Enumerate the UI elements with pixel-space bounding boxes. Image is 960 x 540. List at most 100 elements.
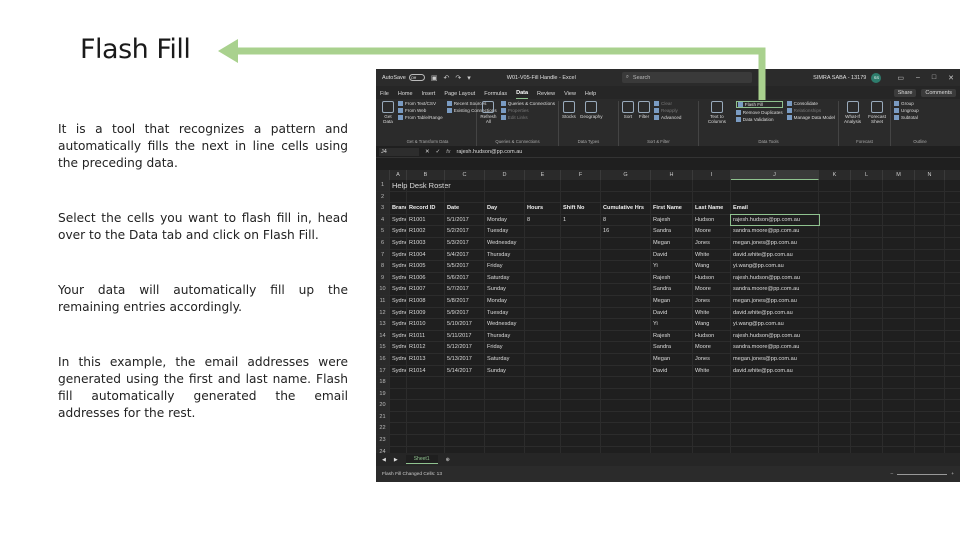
cell[interactable] — [915, 214, 945, 226]
close-icon[interactable]: ✕ — [948, 74, 954, 82]
cell[interactable]: 5/3/2017 — [445, 237, 485, 249]
cell[interactable] — [915, 353, 945, 365]
cell[interactable] — [883, 272, 915, 284]
row-number[interactable]: 3 — [376, 203, 390, 214]
cell[interactable] — [731, 400, 819, 411]
cell[interactable] — [485, 191, 525, 203]
cell[interactable] — [651, 377, 693, 388]
cell[interactable] — [601, 411, 651, 423]
cell[interactable] — [561, 226, 601, 237]
cell[interactable] — [601, 423, 651, 435]
cell[interactable] — [525, 423, 561, 435]
function-icon[interactable]: fx — [446, 149, 450, 155]
cell[interactable] — [819, 330, 851, 342]
cell[interactable]: Sandra — [651, 284, 693, 295]
cell[interactable]: 5/8/2017 — [445, 295, 485, 307]
row-number[interactable]: 4 — [376, 214, 390, 226]
cell[interactable] — [819, 191, 851, 203]
cell[interactable]: 8 — [601, 214, 651, 226]
tab-view[interactable]: View — [564, 91, 576, 99]
next-sheet-icon[interactable]: ▶ — [394, 457, 398, 463]
cell[interactable] — [883, 284, 915, 295]
cell[interactable]: david.white@pp.com.au — [731, 307, 819, 319]
cell[interactable] — [445, 400, 485, 411]
cell[interactable] — [693, 400, 731, 411]
cell[interactable] — [819, 365, 851, 377]
cell[interactable] — [651, 411, 693, 423]
cell[interactable] — [693, 377, 731, 388]
add-sheet-icon[interactable]: ⊕ — [446, 457, 450, 463]
cell[interactable]: Moore — [693, 284, 731, 295]
cell[interactable] — [819, 342, 851, 353]
properties-button[interactable]: Properties — [500, 108, 555, 113]
cell[interactable] — [915, 284, 945, 295]
cell[interactable] — [561, 284, 601, 295]
cell[interactable] — [851, 261, 883, 272]
cell[interactable]: Megan — [651, 295, 693, 307]
cell[interactable]: R1004 — [407, 249, 445, 261]
cell[interactable]: 5/6/2017 — [445, 272, 485, 284]
cell[interactable] — [851, 353, 883, 365]
cell[interactable]: Sydney — [390, 365, 407, 377]
cell[interactable]: yi.wang@pp.com.au — [731, 261, 819, 272]
cell[interactable] — [561, 180, 601, 191]
cell[interactable]: Branch — [390, 203, 407, 214]
row-number[interactable]: 7 — [376, 249, 390, 261]
tab-help[interactable]: Help — [585, 91, 596, 99]
cell[interactable] — [915, 377, 945, 388]
cell[interactable] — [819, 400, 851, 411]
cell[interactable] — [819, 377, 851, 388]
cell[interactable]: R1006 — [407, 272, 445, 284]
cell[interactable] — [445, 435, 485, 446]
column-header[interactable]: L — [851, 170, 883, 180]
cell[interactable]: 5/4/2017 — [445, 249, 485, 261]
cell[interactable] — [851, 214, 883, 226]
forecast-sheet-button[interactable]: Forecast Sheet — [867, 101, 887, 139]
cell[interactable] — [601, 284, 651, 295]
cell[interactable] — [651, 388, 693, 400]
cell[interactable] — [561, 191, 601, 203]
cell[interactable] — [915, 272, 945, 284]
cell[interactable] — [601, 261, 651, 272]
select-all-corner[interactable] — [376, 170, 390, 180]
cell[interactable] — [601, 180, 651, 191]
cell[interactable]: R1007 — [407, 284, 445, 295]
cell[interactable] — [915, 342, 945, 353]
cell[interactable] — [525, 226, 561, 237]
cell[interactable]: R1003 — [407, 237, 445, 249]
maximize-icon[interactable]: □ — [932, 74, 936, 82]
column-header[interactable]: H — [651, 170, 693, 180]
column-header[interactable]: K — [819, 170, 851, 180]
cell[interactable] — [407, 388, 445, 400]
cell[interactable] — [915, 319, 945, 330]
cell[interactable] — [693, 191, 731, 203]
cell[interactable] — [651, 180, 693, 191]
cell[interactable] — [525, 400, 561, 411]
cell[interactable] — [445, 377, 485, 388]
cell[interactable] — [445, 423, 485, 435]
cell[interactable] — [525, 388, 561, 400]
cell[interactable]: Tuesday — [485, 307, 525, 319]
cell[interactable] — [915, 388, 945, 400]
cell[interactable]: Thursday — [485, 249, 525, 261]
cell[interactable]: yi.wang@pp.com.au — [731, 319, 819, 330]
cell[interactable] — [851, 330, 883, 342]
zoom-control[interactable]: – + — [891, 472, 954, 477]
minimize-icon[interactable]: – — [916, 74, 920, 82]
stocks-button[interactable]: Stocks — [562, 101, 576, 139]
cell[interactable] — [851, 203, 883, 214]
cell[interactable] — [731, 377, 819, 388]
cell[interactable]: R1009 — [407, 307, 445, 319]
cell[interactable] — [407, 411, 445, 423]
cell[interactable] — [485, 180, 525, 191]
cell[interactable] — [525, 261, 561, 272]
cell[interactable] — [601, 400, 651, 411]
cell[interactable] — [525, 191, 561, 203]
column-header[interactable]: E — [525, 170, 561, 180]
cell[interactable] — [561, 261, 601, 272]
cell[interactable] — [819, 203, 851, 214]
cell[interactable] — [851, 388, 883, 400]
customize-icon[interactable]: ▾ — [467, 74, 471, 82]
row-number[interactable]: 2 — [376, 191, 390, 203]
cell[interactable] — [561, 330, 601, 342]
